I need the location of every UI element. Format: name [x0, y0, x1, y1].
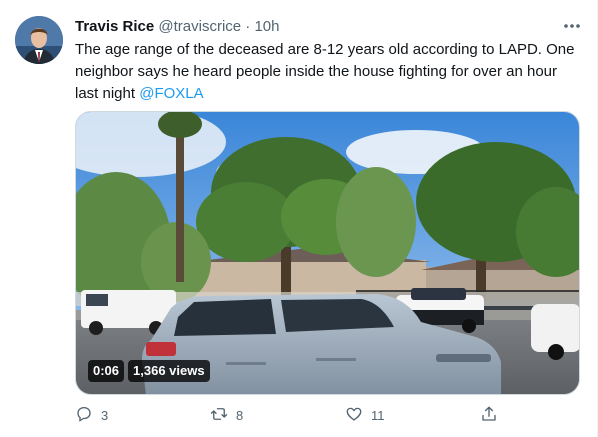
share-icon — [480, 405, 498, 426]
tweet-card[interactable]: Travis Rice @traviscrice · 10h The age r… — [0, 0, 598, 437]
like-count: 11 — [371, 408, 385, 423]
author-name[interactable]: Travis Rice — [75, 18, 154, 35]
avatar[interactable] — [15, 16, 63, 64]
video-player[interactable]: 0:06 1,366 views — [75, 111, 580, 395]
tweet-time[interactable]: 10h — [254, 18, 279, 35]
video-views: 1,366 views — [128, 360, 210, 382]
tweet-header: Travis Rice @traviscrice · 10h — [75, 17, 280, 37]
retweet-count: 8 — [236, 408, 244, 423]
share-button[interactable] — [480, 405, 498, 426]
author-handle[interactable]: @traviscrice — [158, 18, 241, 35]
video-badge: 0:06 1,366 views — [88, 360, 210, 382]
video-frame — [76, 112, 579, 394]
mention-link[interactable]: @FOXLA — [139, 85, 203, 102]
more-icon[interactable] — [561, 16, 583, 36]
header-separator: · — [245, 18, 251, 35]
video-duration: 0:06 — [88, 360, 125, 382]
tweet-text: The age range of the deceased are 8-12 y… — [75, 39, 575, 105]
reply-count: 3 — [101, 408, 109, 423]
like-button[interactable]: 11 — [345, 405, 385, 426]
reply-button[interactable]: 3 — [75, 405, 108, 426]
reply-icon — [75, 405, 93, 426]
retweet-button[interactable]: 8 — [210, 405, 243, 426]
action-bar: 3 8 11 — [75, 405, 515, 429]
like-icon — [345, 405, 363, 426]
retweet-icon — [210, 405, 228, 426]
